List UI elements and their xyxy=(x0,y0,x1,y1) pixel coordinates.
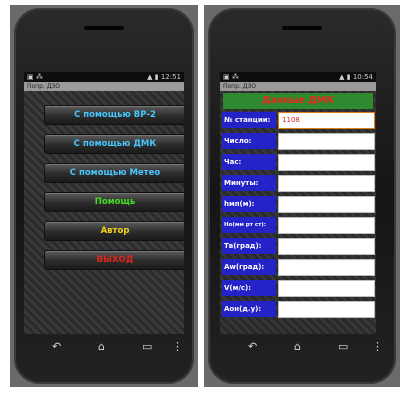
height-input[interactable] xyxy=(278,196,375,213)
left-status-bar: ▣ ⁂ ▲ ▮ 12:51 xyxy=(24,72,184,82)
author-button[interactable]: Автор xyxy=(44,221,184,241)
minutes-input[interactable] xyxy=(278,175,375,192)
hour-input[interactable] xyxy=(278,154,375,171)
hour-label: Час: xyxy=(222,154,276,170)
dmk-button-label: С помощью ДМК xyxy=(73,139,157,149)
help-button[interactable]: Помощь xyxy=(44,192,184,212)
pressure-label: Но(мм рт ст): xyxy=(222,217,276,233)
pressure-input[interactable] xyxy=(278,217,375,234)
right-status-clock: ▲ ▮ 10:54 xyxy=(339,73,373,81)
left-screen: ▣ ⁂ ▲ ▮ 12:51 Попр. ДЗО С помощью ВР-2 С… xyxy=(24,72,184,334)
status-clock: ▲ ▮ 12:51 xyxy=(147,73,181,81)
right-nav-back-icon[interactable]: ↶ xyxy=(248,340,257,353)
dmk-data-header: Данные ДМК xyxy=(223,93,373,109)
carbon-background xyxy=(24,91,184,334)
aon-label: Аон(д.у): xyxy=(222,301,276,317)
left-nav-recent-icon[interactable]: ▭ xyxy=(142,340,152,353)
minutes-label: Минуты: xyxy=(222,175,276,191)
wind-speed-input[interactable] xyxy=(278,280,375,297)
meteo-button[interactable]: С помощью Метео xyxy=(44,163,184,183)
meteo-button-label: С помощью Метео xyxy=(69,168,161,178)
right-speaker xyxy=(282,26,322,30)
right-status-bar: ▣ ⁂ ▲ ▮ 10:54 xyxy=(220,72,376,82)
wind-direction-input[interactable] xyxy=(278,259,375,276)
right-notification-icons: ▣ ⁂ xyxy=(223,73,239,81)
day-label: Число: xyxy=(222,133,276,149)
left-nav-home-icon[interactable]: ⌂ xyxy=(98,340,105,353)
help-button-label: Помощь xyxy=(94,197,136,207)
left-app-title: Попр. ДЗО xyxy=(24,82,184,91)
right-nav-recent-icon[interactable]: ▭ xyxy=(338,340,348,353)
vr2-button-label: С помощью ВР-2 xyxy=(74,110,156,120)
station-input[interactable]: 1108 xyxy=(278,112,375,129)
wind-speed-label: V(м/с): xyxy=(222,280,276,296)
wind-direction-label: Аw(град): xyxy=(222,259,276,275)
right-screen: ▣ ⁂ ▲ ▮ 10:54 Попр. ДЗО Данные ДМК № ста… xyxy=(220,72,376,334)
aon-input[interactable] xyxy=(278,301,375,318)
left-nav-menu-icon[interactable]: ⋮ xyxy=(172,340,183,353)
author-button-label: Автор xyxy=(100,226,130,236)
right-nav-home-icon[interactable]: ⌂ xyxy=(294,340,301,353)
vr2-button[interactable]: С помощью ВР-2 xyxy=(44,105,184,125)
left-phone: ▣ ⁂ ▲ ▮ 12:51 Попр. ДЗО С помощью ВР-2 С… xyxy=(14,8,194,384)
height-label: hмп(м): xyxy=(222,196,276,212)
right-app-title: Попр. ДЗО xyxy=(220,82,376,91)
right-nav-menu-icon[interactable]: ⋮ xyxy=(372,340,383,353)
station-label: № станции: xyxy=(222,112,276,128)
left-speaker xyxy=(84,26,124,30)
notification-icons: ▣ ⁂ xyxy=(27,73,43,81)
temperature-input[interactable] xyxy=(278,238,375,255)
temperature-label: Тв(град): xyxy=(222,238,276,254)
exit-button[interactable]: ВЫХОД xyxy=(44,250,184,270)
day-input[interactable] xyxy=(278,133,375,150)
exit-button-label: ВЫХОД xyxy=(96,255,134,265)
right-phone: ▣ ⁂ ▲ ▮ 10:54 Попр. ДЗО Данные ДМК № ста… xyxy=(208,8,396,384)
dmk-button[interactable]: С помощью ДМК xyxy=(44,134,184,154)
left-nav-back-icon[interactable]: ↶ xyxy=(52,340,61,353)
